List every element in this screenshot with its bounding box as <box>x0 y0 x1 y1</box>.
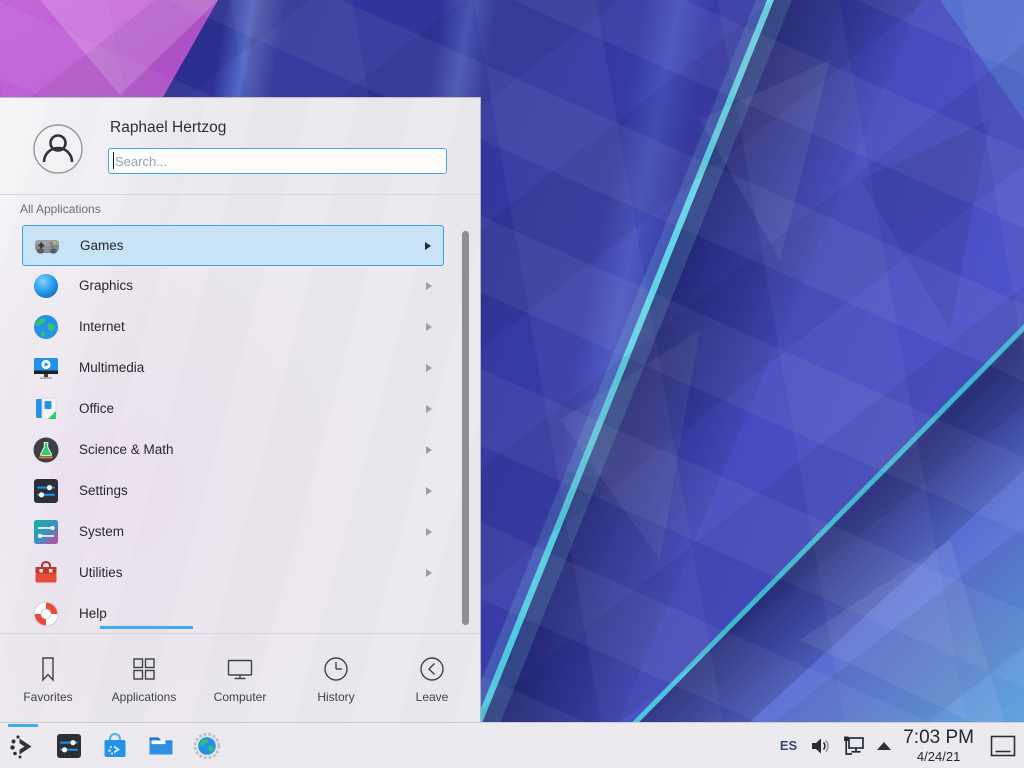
computer-icon <box>226 655 254 683</box>
submenu-arrow-icon <box>425 242 431 250</box>
tab-favorites[interactable]: Favorites <box>0 634 96 723</box>
menu-item-system[interactable]: System <box>22 512 444 553</box>
search-input[interactable] <box>108 148 447 174</box>
multimedia-icon <box>31 353 61 383</box>
avatar[interactable] <box>33 124 83 174</box>
tab-computer[interactable]: Computer <box>192 634 288 723</box>
desktop: Raphael Hertzog All Applications <box>0 0 1024 768</box>
file-manager-button[interactable] <box>138 723 184 768</box>
submenu-arrow-icon <box>426 528 432 536</box>
launcher-header: Raphael Hertzog <box>0 98 480 195</box>
volume-icon[interactable] <box>809 735 831 757</box>
discover-button[interactable] <box>92 723 138 768</box>
taskbar-panel: ES 7:03 PM 4/2 <box>0 722 1024 768</box>
submenu-arrow-icon <box>426 364 432 372</box>
submenu-arrow-icon <box>426 446 432 454</box>
games-icon <box>32 231 62 261</box>
office-icon <box>31 394 61 424</box>
submenu-arrow-icon <box>426 323 432 331</box>
scrollbar[interactable] <box>462 231 469 625</box>
web-browser-button[interactable] <box>184 723 230 768</box>
history-icon <box>322 655 350 683</box>
menu-item-graphics[interactable]: Graphics <box>22 266 444 307</box>
taskbar-launchers <box>0 723 230 768</box>
submenu-arrow-icon <box>426 405 432 413</box>
internet-icon <box>31 312 61 342</box>
system-tray: ES 7:03 PM 4/2 <box>780 723 1024 768</box>
discover-icon <box>100 731 130 761</box>
help-icon <box>31 599 61 629</box>
tab-applications[interactable]: Applications <box>96 634 192 723</box>
settings-icon <box>31 476 61 506</box>
launcher-footer-tabs: Favorites Applications Computer <box>0 633 480 723</box>
system-settings-button[interactable] <box>46 723 92 768</box>
menu-item-help[interactable]: Help <box>22 594 444 633</box>
submenu-arrow-icon <box>426 569 432 577</box>
dolphin-icon <box>146 731 176 761</box>
menu-item-science-math[interactable]: Science & Math <box>22 430 444 471</box>
submenu-arrow-icon <box>426 487 432 495</box>
menu-item-games[interactable]: Games <box>22 225 444 266</box>
application-launcher-popup: Raphael Hertzog All Applications <box>0 97 481 722</box>
expand-arrow-icon[interactable] <box>877 742 891 750</box>
menu-item-internet[interactable]: Internet <box>22 307 444 348</box>
show-desktop-button[interactable] <box>988 731 1018 761</box>
system-settings-icon <box>54 731 84 761</box>
digital-clock[interactable]: 7:03 PM 4/24/21 <box>903 728 974 763</box>
applications-icon <box>130 655 158 683</box>
favorites-icon <box>34 655 62 683</box>
keyboard-layout-indicator[interactable]: ES <box>780 738 797 753</box>
menu-item-office[interactable]: Office <box>22 389 444 430</box>
tab-history[interactable]: History <box>288 634 384 723</box>
user-name: Raphael Hertzog <box>110 119 226 137</box>
active-task-indicator <box>8 724 38 727</box>
menu-item-settings[interactable]: Settings <box>22 471 444 512</box>
clock-date: 4/24/21 <box>903 750 974 763</box>
konqueror-icon <box>192 731 222 761</box>
active-tab-indicator <box>100 626 193 629</box>
application-category-list: Games Graphics <box>0 220 480 633</box>
kde-launcher-icon <box>8 731 38 761</box>
clock-time: 7:03 PM <box>903 728 974 747</box>
submenu-arrow-icon <box>426 282 432 290</box>
utilities-icon <box>31 558 61 588</box>
graphics-icon <box>31 271 61 301</box>
text-caret <box>113 152 114 169</box>
section-label: All Applications <box>20 202 101 216</box>
leave-icon <box>418 655 446 683</box>
science-icon <box>31 435 61 465</box>
tab-leave[interactable]: Leave <box>384 634 480 723</box>
menu-item-multimedia[interactable]: Multimedia <box>22 348 444 389</box>
network-icon[interactable] <box>841 734 867 758</box>
system-icon <box>31 517 61 547</box>
application-launcher-button[interactable] <box>0 723 46 768</box>
menu-item-utilities[interactable]: Utilities <box>22 553 444 594</box>
